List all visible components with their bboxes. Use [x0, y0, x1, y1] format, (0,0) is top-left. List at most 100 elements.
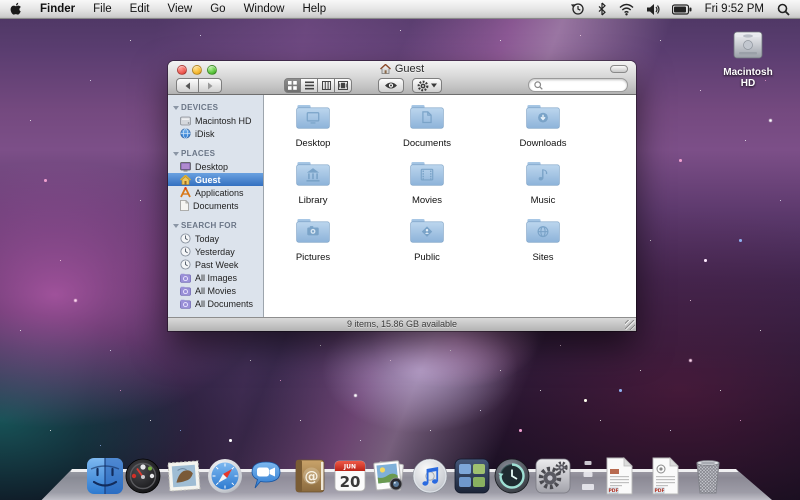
battery-icon[interactable] — [666, 0, 698, 18]
dock-spaces[interactable] — [452, 456, 492, 496]
sidebar-item-label: iDisk — [195, 129, 215, 139]
svg-text:@: @ — [305, 469, 319, 485]
sidebar-section-devices[interactable]: DEVICES — [168, 100, 263, 114]
list-view-button[interactable] — [301, 78, 318, 93]
dock-pdf-document-2[interactable]: PDF — [646, 456, 686, 496]
menu-file[interactable]: File — [84, 0, 121, 18]
search-input[interactable] — [543, 80, 621, 90]
desktop-folder-icon — [295, 102, 331, 130]
ical-day: 20 — [340, 473, 361, 491]
folder-label: Library — [270, 195, 356, 206]
dock-trash[interactable] — [688, 456, 728, 496]
column-view-button[interactable] — [318, 78, 335, 93]
window-header[interactable]: Guest — [168, 61, 636, 95]
sidebar-item-macintosh-hd[interactable]: Macintosh HD — [168, 114, 263, 127]
sidebar-item-label: Applications — [195, 188, 244, 198]
back-button[interactable] — [176, 78, 199, 93]
dock-pdf-document-1[interactable]: PDF — [600, 456, 640, 496]
sidebar: DEVICES Macintosh HD iDisk PLACES Deskto… — [168, 95, 264, 317]
sidebar-item-all-images[interactable]: All Images — [168, 271, 263, 284]
sidebar-item-desktop[interactable]: Desktop — [168, 160, 263, 173]
pdf-document-icon: PDF — [600, 456, 638, 496]
folder-documents[interactable]: Documents — [384, 102, 470, 149]
folder-library[interactable]: Library — [270, 159, 356, 206]
folder-pictures[interactable]: Pictures — [270, 216, 356, 263]
apple-menu[interactable] — [0, 0, 31, 18]
sidebar-item-guest[interactable]: Guest — [168, 173, 263, 186]
icon-view-button[interactable] — [284, 78, 301, 93]
dock-ichat[interactable] — [246, 456, 286, 496]
sidebar-item-yesterday[interactable]: Yesterday — [168, 245, 263, 258]
sidebar-item-documents[interactable]: Documents — [168, 199, 263, 212]
sidebar-section-places[interactable]: PLACES — [168, 146, 263, 160]
coverflow-view-button[interactable] — [335, 78, 352, 93]
dock-ical[interactable]: JUN 20 — [330, 456, 370, 496]
folder-public[interactable]: Public — [384, 216, 470, 263]
time-machine-icon[interactable] — [565, 0, 591, 18]
folder-desktop[interactable]: Desktop — [270, 102, 356, 149]
dock-dashboard[interactable] — [123, 456, 163, 496]
menu-finder[interactable]: Finder — [31, 0, 84, 18]
dock-safari[interactable] — [205, 456, 245, 496]
title-bar: Guest — [168, 61, 636, 76]
action-menu-button[interactable] — [412, 78, 442, 93]
safari-icon — [205, 456, 245, 496]
status-text: 9 items, 15.86 GB available — [347, 319, 457, 329]
sidebar-section-search-for[interactable]: SEARCH FOR — [168, 218, 263, 232]
clock-icon — [180, 246, 191, 257]
spotlight-icon[interactable] — [771, 0, 800, 18]
volume-icon[interactable] — [640, 0, 666, 18]
movies-folder-icon — [409, 159, 445, 187]
ical-month: JUN — [343, 464, 356, 471]
eye-icon — [384, 81, 398, 90]
spaces-icon — [452, 456, 492, 496]
sidebar-item-all-movies[interactable]: All Movies — [168, 284, 263, 297]
sidebar-item-all-documents[interactable]: All Documents — [168, 297, 263, 310]
dock-system-preferences[interactable] — [533, 456, 573, 496]
menu-edit[interactable]: Edit — [121, 0, 159, 18]
ical-icon: JUN 20 — [330, 456, 370, 496]
toolbar-toggle-button[interactable] — [610, 65, 628, 73]
bluetooth-icon[interactable] — [591, 0, 613, 18]
menu-bar: Finder File Edit View Go Window Help — [0, 0, 800, 19]
apple-icon — [10, 2, 22, 16]
view-mode-segmented-control — [284, 78, 352, 93]
search-field[interactable] — [528, 78, 628, 92]
mail-icon — [164, 456, 204, 496]
menu-clock[interactable]: Fri 9:52 PM — [698, 3, 771, 15]
forward-button[interactable] — [199, 78, 222, 93]
dock-time-machine[interactable] — [492, 456, 532, 496]
sites-folder-icon — [525, 216, 561, 244]
wifi-icon[interactable] — [613, 0, 640, 18]
sidebar-item-idisk[interactable]: iDisk — [168, 127, 263, 140]
sidebar-item-today[interactable]: Today — [168, 232, 263, 245]
folder-label: Pictures — [270, 252, 356, 263]
menu-view[interactable]: View — [159, 0, 202, 18]
menu-help[interactable]: Help — [293, 0, 335, 18]
dock-iphoto[interactable] — [369, 456, 409, 496]
folder-label: Music — [500, 195, 586, 206]
resize-grip[interactable] — [625, 320, 635, 330]
sidebar-item-label: Yesterday — [195, 247, 235, 257]
folder-view[interactable]: Desktop Documents — [264, 95, 636, 317]
menu-window[interactable]: Window — [235, 0, 294, 18]
quick-look-button[interactable] — [378, 78, 404, 93]
desktop-volume-label: Macintosh HD — [716, 67, 780, 89]
dock-address-book[interactable]: @ — [290, 456, 330, 496]
sidebar-item-label: All Images — [195, 273, 237, 283]
dock-itunes[interactable] — [410, 456, 450, 496]
dock-finder[interactable] — [85, 456, 125, 496]
folder-label: Desktop — [270, 138, 356, 149]
desktop-volume-macintosh-hd[interactable]: Macintosh HD — [716, 30, 780, 89]
sidebar-item-past-week[interactable]: Past Week — [168, 258, 263, 271]
time-machine-icon — [492, 456, 532, 496]
folder-downloads[interactable]: Downloads — [500, 102, 586, 149]
dock-mail[interactable] — [164, 456, 204, 496]
documents-folder-icon — [409, 102, 445, 130]
folder-sites[interactable]: Sites — [500, 216, 586, 263]
sidebar-item-applications[interactable]: Applications — [168, 186, 263, 199]
ichat-icon — [246, 456, 286, 496]
folder-movies[interactable]: Movies — [384, 159, 470, 206]
folder-music[interactable]: Music — [500, 159, 586, 206]
menu-go[interactable]: Go — [201, 0, 234, 18]
